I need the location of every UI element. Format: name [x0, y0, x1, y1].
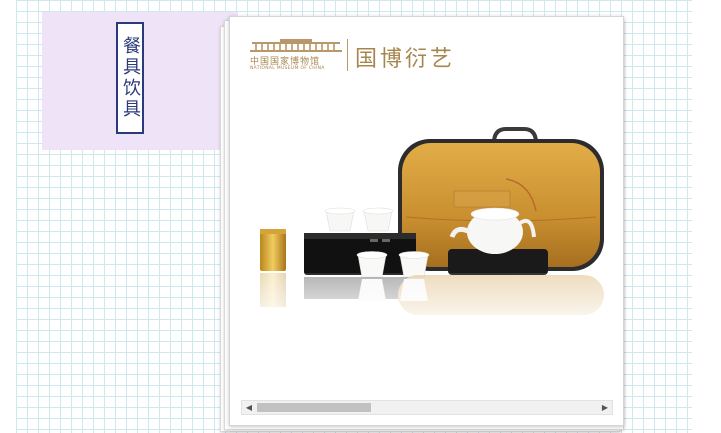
brand-script-name: 国博衍艺	[355, 47, 456, 72]
tea-set-product-image	[230, 127, 623, 333]
horizontal-scrollbar[interactable]: ◀ ▶	[241, 400, 613, 415]
brand-divider	[347, 39, 348, 71]
scroll-right-arrow-icon[interactable]: ▶	[598, 401, 612, 414]
scrollbar-thumb[interactable]	[257, 403, 371, 412]
scroll-left-arrow-icon[interactable]: ◀	[242, 401, 256, 414]
category-label-text: 餐具饮具	[120, 36, 141, 120]
brand-english-name: NATIONAL MUSEUM OF CHINA	[250, 66, 325, 71]
brand-logo: 中国国家博物馆 NATIONAL MUSEUM OF CHINA 国博衍艺	[250, 37, 490, 77]
museum-building-icon	[250, 39, 342, 52]
product-card: 中国国家博物馆 NATIONAL MUSEUM OF CHINA 国博衍艺 ◀ …	[229, 16, 624, 426]
category-label: 餐具饮具	[116, 22, 144, 134]
